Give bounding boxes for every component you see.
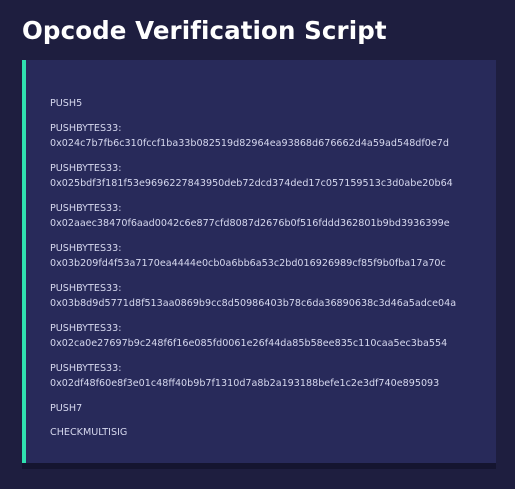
opcode-name: PUSHBYTES33: <box>50 242 122 254</box>
opcode-argument: 0x024c7b7fb6c310fccf1ba33b082519d82964ea… <box>50 138 449 149</box>
script-line: PUSHBYTES33: 0x02aaec38470f6aad0042c6e877… <box>50 201 496 232</box>
page-title: Opcode Verification Script <box>22 16 387 45</box>
opcode-name: PUSHBYTES33: <box>50 282 122 294</box>
opcode-name: PUSHBYTES33: <box>50 202 122 214</box>
script-line: PUSH7 <box>50 401 496 417</box>
opcode-name: PUSHBYTES33: <box>50 362 122 374</box>
opcode-argument: 0x03b209fd4f53a7170ea4444e0cb0a6bb6a53c2… <box>50 258 446 269</box>
opcode-argument: 0x025bdf3f181f53e9696227843950deb72dcd37… <box>50 178 453 189</box>
script-line: PUSHBYTES33: 0x03b8d9d5771d8f513aa0869b9c… <box>50 281 496 312</box>
opcode-name: PUSHBYTES33: <box>50 322 122 334</box>
script-listing: PUSH5 PUSHBYTES33: 0x024c7b7fb6c310fccf1ba… <box>50 96 496 450</box>
opcode-argument: 0x02aaec38470f6aad0042c6e877cfd8087d2676… <box>50 218 450 229</box>
opcode-name: PUSH7 <box>50 402 83 414</box>
script-line: CHECKMULTISIG <box>50 425 496 441</box>
script-line: PUSHBYTES33: 0x02ca0e27697b9c248f6f16e085… <box>50 321 496 352</box>
opcode-argument: 0x03b8d9d5771d8f513aa0869b9cc8d50986403b… <box>50 298 457 309</box>
opcode-argument: 0x02ca0e27697b9c248f6f16e085fd0061e26f44… <box>50 338 448 349</box>
script-line: PUSH5 <box>50 96 496 112</box>
opcode-name: PUSHBYTES33: <box>50 122 122 134</box>
opcode-argument: 0x02df48f60e8f3e01c48ff40b9b7f1310d7a8b2… <box>50 378 440 389</box>
script-line: PUSHBYTES33: 0x02df48f60e8f3e01c48ff40b9b… <box>50 361 496 392</box>
script-line: PUSHBYTES33: 0x025bdf3f181f53e96962278439… <box>50 161 496 192</box>
opcode-name: CHECKMULTISIG <box>50 427 128 438</box>
script-panel: PUSH5 PUSHBYTES33: 0x024c7b7fb6c310fccf1ba… <box>22 60 496 463</box>
opcode-name: PUSH5 <box>50 98 83 109</box>
script-line: PUSHBYTES33: 0x03b209fd4f53a7170ea4444e0c… <box>50 241 496 272</box>
script-line: PUSHBYTES33: 0x024c7b7fb6c310fccf1ba33b08… <box>50 121 496 152</box>
opcode-name: PUSHBYTES33: <box>50 162 122 174</box>
